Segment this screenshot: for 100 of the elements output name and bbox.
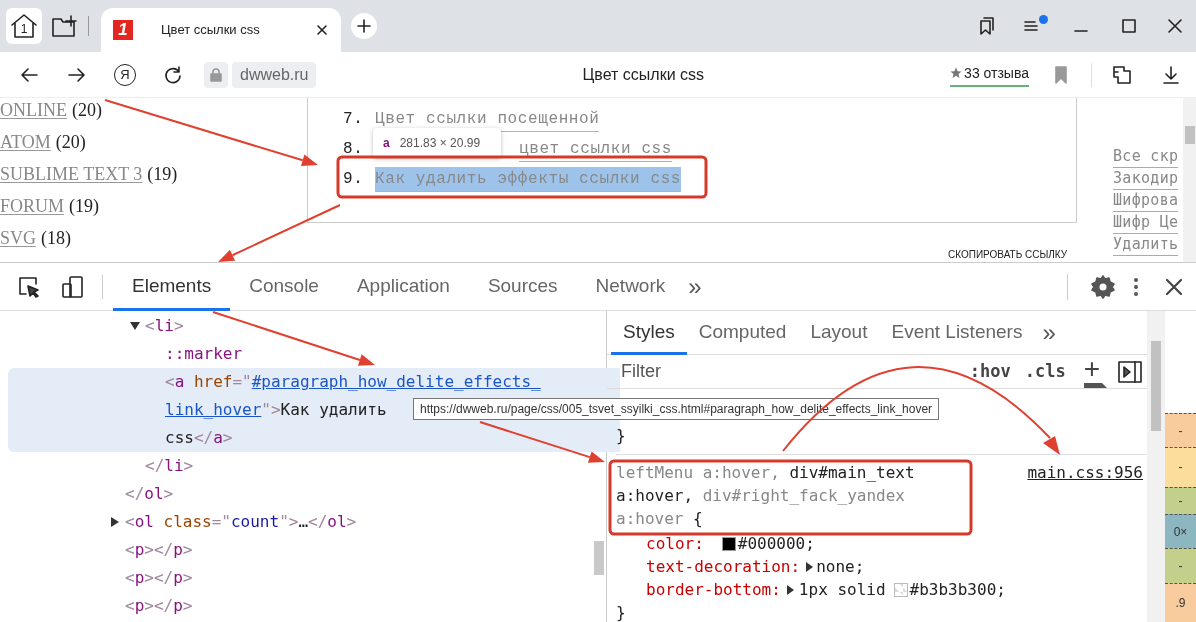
expand-toggle-icon[interactable] bbox=[784, 583, 795, 596]
category-link[interactable]: SVG bbox=[0, 222, 36, 254]
tag-punctuation: =" bbox=[211, 511, 231, 533]
tag-punctuation: < bbox=[165, 371, 175, 393]
reload-icon[interactable] bbox=[162, 63, 184, 86]
box-model-layer: - bbox=[1165, 548, 1196, 583]
close-icon[interactable] bbox=[1164, 276, 1184, 297]
list-number: 9. bbox=[343, 169, 365, 190]
tag-punctuation: > bbox=[183, 455, 194, 477]
devtools-tab[interactable]: Console bbox=[230, 262, 338, 311]
sidebar-tab[interactable]: Computed bbox=[686, 310, 799, 355]
attribute-name: href bbox=[192, 371, 233, 393]
tab-title: Цвет ссылки css bbox=[161, 21, 261, 40]
property-value: none; bbox=[816, 555, 865, 578]
devtools-tab[interactable]: Network bbox=[576, 262, 685, 311]
hover-state-button[interactable]: :hov bbox=[969, 358, 1011, 385]
box-model-layer: - bbox=[1165, 413, 1196, 448]
attribute-value: count bbox=[230, 511, 280, 533]
property-name: text-decoration: bbox=[646, 555, 801, 578]
close-icon[interactable] bbox=[1166, 17, 1184, 35]
device-icon[interactable] bbox=[60, 273, 86, 300]
article-link[interactable]: цвет ссылки css bbox=[519, 136, 673, 162]
new-tab-button[interactable] bbox=[351, 13, 377, 39]
devtools-tab[interactable]: Elements bbox=[113, 262, 231, 311]
sidebar-link[interactable]: Все скр bbox=[1113, 146, 1179, 168]
tag-name: ol bbox=[144, 483, 164, 505]
attribute-link[interactable]: #paragraph_how_delite_effects_ bbox=[251, 370, 541, 394]
filter-field[interactable]: Filter bbox=[617, 356, 917, 387]
attribute-link[interactable]: link_hover bbox=[165, 398, 262, 422]
more-tabs-button[interactable]: » bbox=[1042, 314, 1056, 351]
tag-punctuation: "> bbox=[261, 399, 281, 421]
expand-toggle-icon[interactable] bbox=[804, 560, 815, 573]
expand-toggle-icon[interactable] bbox=[109, 516, 121, 528]
sidebar-link[interactable]: Шифр Це bbox=[1113, 212, 1179, 234]
tag-name: ol bbox=[327, 511, 347, 533]
color-swatch[interactable] bbox=[721, 536, 736, 551]
house-icon bbox=[9, 12, 39, 40]
tag-punctuation: > bbox=[173, 315, 184, 337]
node-text: Как удалить bbox=[280, 399, 387, 421]
sidebar-link[interactable]: Закодир bbox=[1113, 168, 1179, 190]
source-link[interactable]: main.css:956 bbox=[1027, 461, 1143, 484]
sidebar-link[interactable]: Удалить bbox=[1113, 234, 1179, 256]
download-icon[interactable] bbox=[1160, 63, 1182, 86]
sidebar-tab[interactable]: Styles bbox=[611, 310, 687, 355]
tag-name: p bbox=[134, 539, 145, 561]
close-icon[interactable] bbox=[315, 23, 329, 37]
tag-punctuation: </ bbox=[145, 455, 165, 477]
tag-punctuation: < bbox=[125, 511, 135, 533]
tag-name: li bbox=[154, 315, 174, 337]
property-value: #000000; bbox=[737, 532, 815, 555]
devtools-tab[interactable]: Sources bbox=[468, 262, 577, 311]
list-number: 7. bbox=[343, 109, 365, 130]
category-link[interactable]: ATOM bbox=[0, 126, 51, 158]
styles-scrollbar[interactable] bbox=[1147, 311, 1165, 622]
node-text: css bbox=[165, 427, 194, 449]
tag-name: a bbox=[213, 427, 223, 449]
home-button[interactable]: 1 bbox=[6, 8, 42, 44]
tag-name: p bbox=[173, 567, 183, 589]
expand-toggle-icon[interactable] bbox=[129, 320, 141, 332]
box-model-layer: - bbox=[1165, 486, 1196, 515]
selector-text: div#right_fack_yandex bbox=[701, 485, 905, 507]
class-button[interactable]: .cls bbox=[1024, 358, 1066, 385]
tag-name: li bbox=[164, 455, 184, 477]
devtools-tab[interactable]: Application bbox=[337, 262, 469, 311]
pseudo-element: ::marker bbox=[165, 343, 243, 365]
property-value: 1px solid bbox=[798, 578, 886, 601]
sidebar-link[interactable]: Шифрова bbox=[1113, 190, 1179, 212]
plus-icon[interactable] bbox=[357, 19, 371, 33]
post-count: (19) bbox=[147, 163, 178, 186]
sidebar-tab[interactable]: Event Listeners bbox=[879, 310, 1035, 355]
copy-link[interactable]: СКОПИРОВАТЬ ССЫЛКУ bbox=[948, 249, 1068, 261]
page-scrollbar[interactable] bbox=[1183, 98, 1196, 262]
more-options-icon[interactable] bbox=[1132, 275, 1140, 298]
folder-plus-icon[interactable] bbox=[50, 12, 80, 40]
tag-punctuation: > bbox=[346, 511, 357, 533]
scrollbar-thumb[interactable] bbox=[594, 541, 604, 575]
sidebar-toggle-icon[interactable] bbox=[1117, 359, 1143, 384]
domain-field[interactable]: dwweb.ru bbox=[232, 61, 317, 88]
reviews-link[interactable]: 33 отзыва bbox=[950, 62, 1029, 87]
more-tabs-button[interactable]: » bbox=[688, 268, 702, 305]
tag-punctuation: > bbox=[182, 595, 193, 617]
tag-punctuation: < bbox=[125, 539, 135, 561]
property-name: border-bottom: bbox=[646, 578, 781, 601]
settings-icon[interactable] bbox=[1090, 273, 1116, 300]
category-link[interactable]: ONLINE bbox=[0, 98, 67, 126]
tag-punctuation: < bbox=[145, 315, 155, 337]
page-title: Цвет ссылки css bbox=[582, 64, 705, 85]
browser-tab[interactable]: 1 Цвет ссылки css bbox=[101, 8, 341, 52]
lock-button[interactable] bbox=[204, 61, 228, 88]
property-name: color: bbox=[646, 532, 704, 555]
selector-text: a:hover bbox=[616, 508, 684, 530]
category-link[interactable]: SUBLIME TEXT 3 bbox=[0, 158, 143, 190]
bookmark-icon[interactable] bbox=[1053, 64, 1069, 85]
category-link[interactable]: FORUM bbox=[0, 190, 65, 222]
maximize-icon[interactable] bbox=[1120, 17, 1138, 35]
lock-icon bbox=[210, 67, 222, 82]
tag-punctuation: </ bbox=[125, 483, 145, 505]
transparent-swatch[interactable] bbox=[893, 582, 908, 597]
sidebar-tab[interactable]: Layout bbox=[798, 310, 880, 355]
new-rule-button[interactable]: + bbox=[1083, 355, 1107, 388]
